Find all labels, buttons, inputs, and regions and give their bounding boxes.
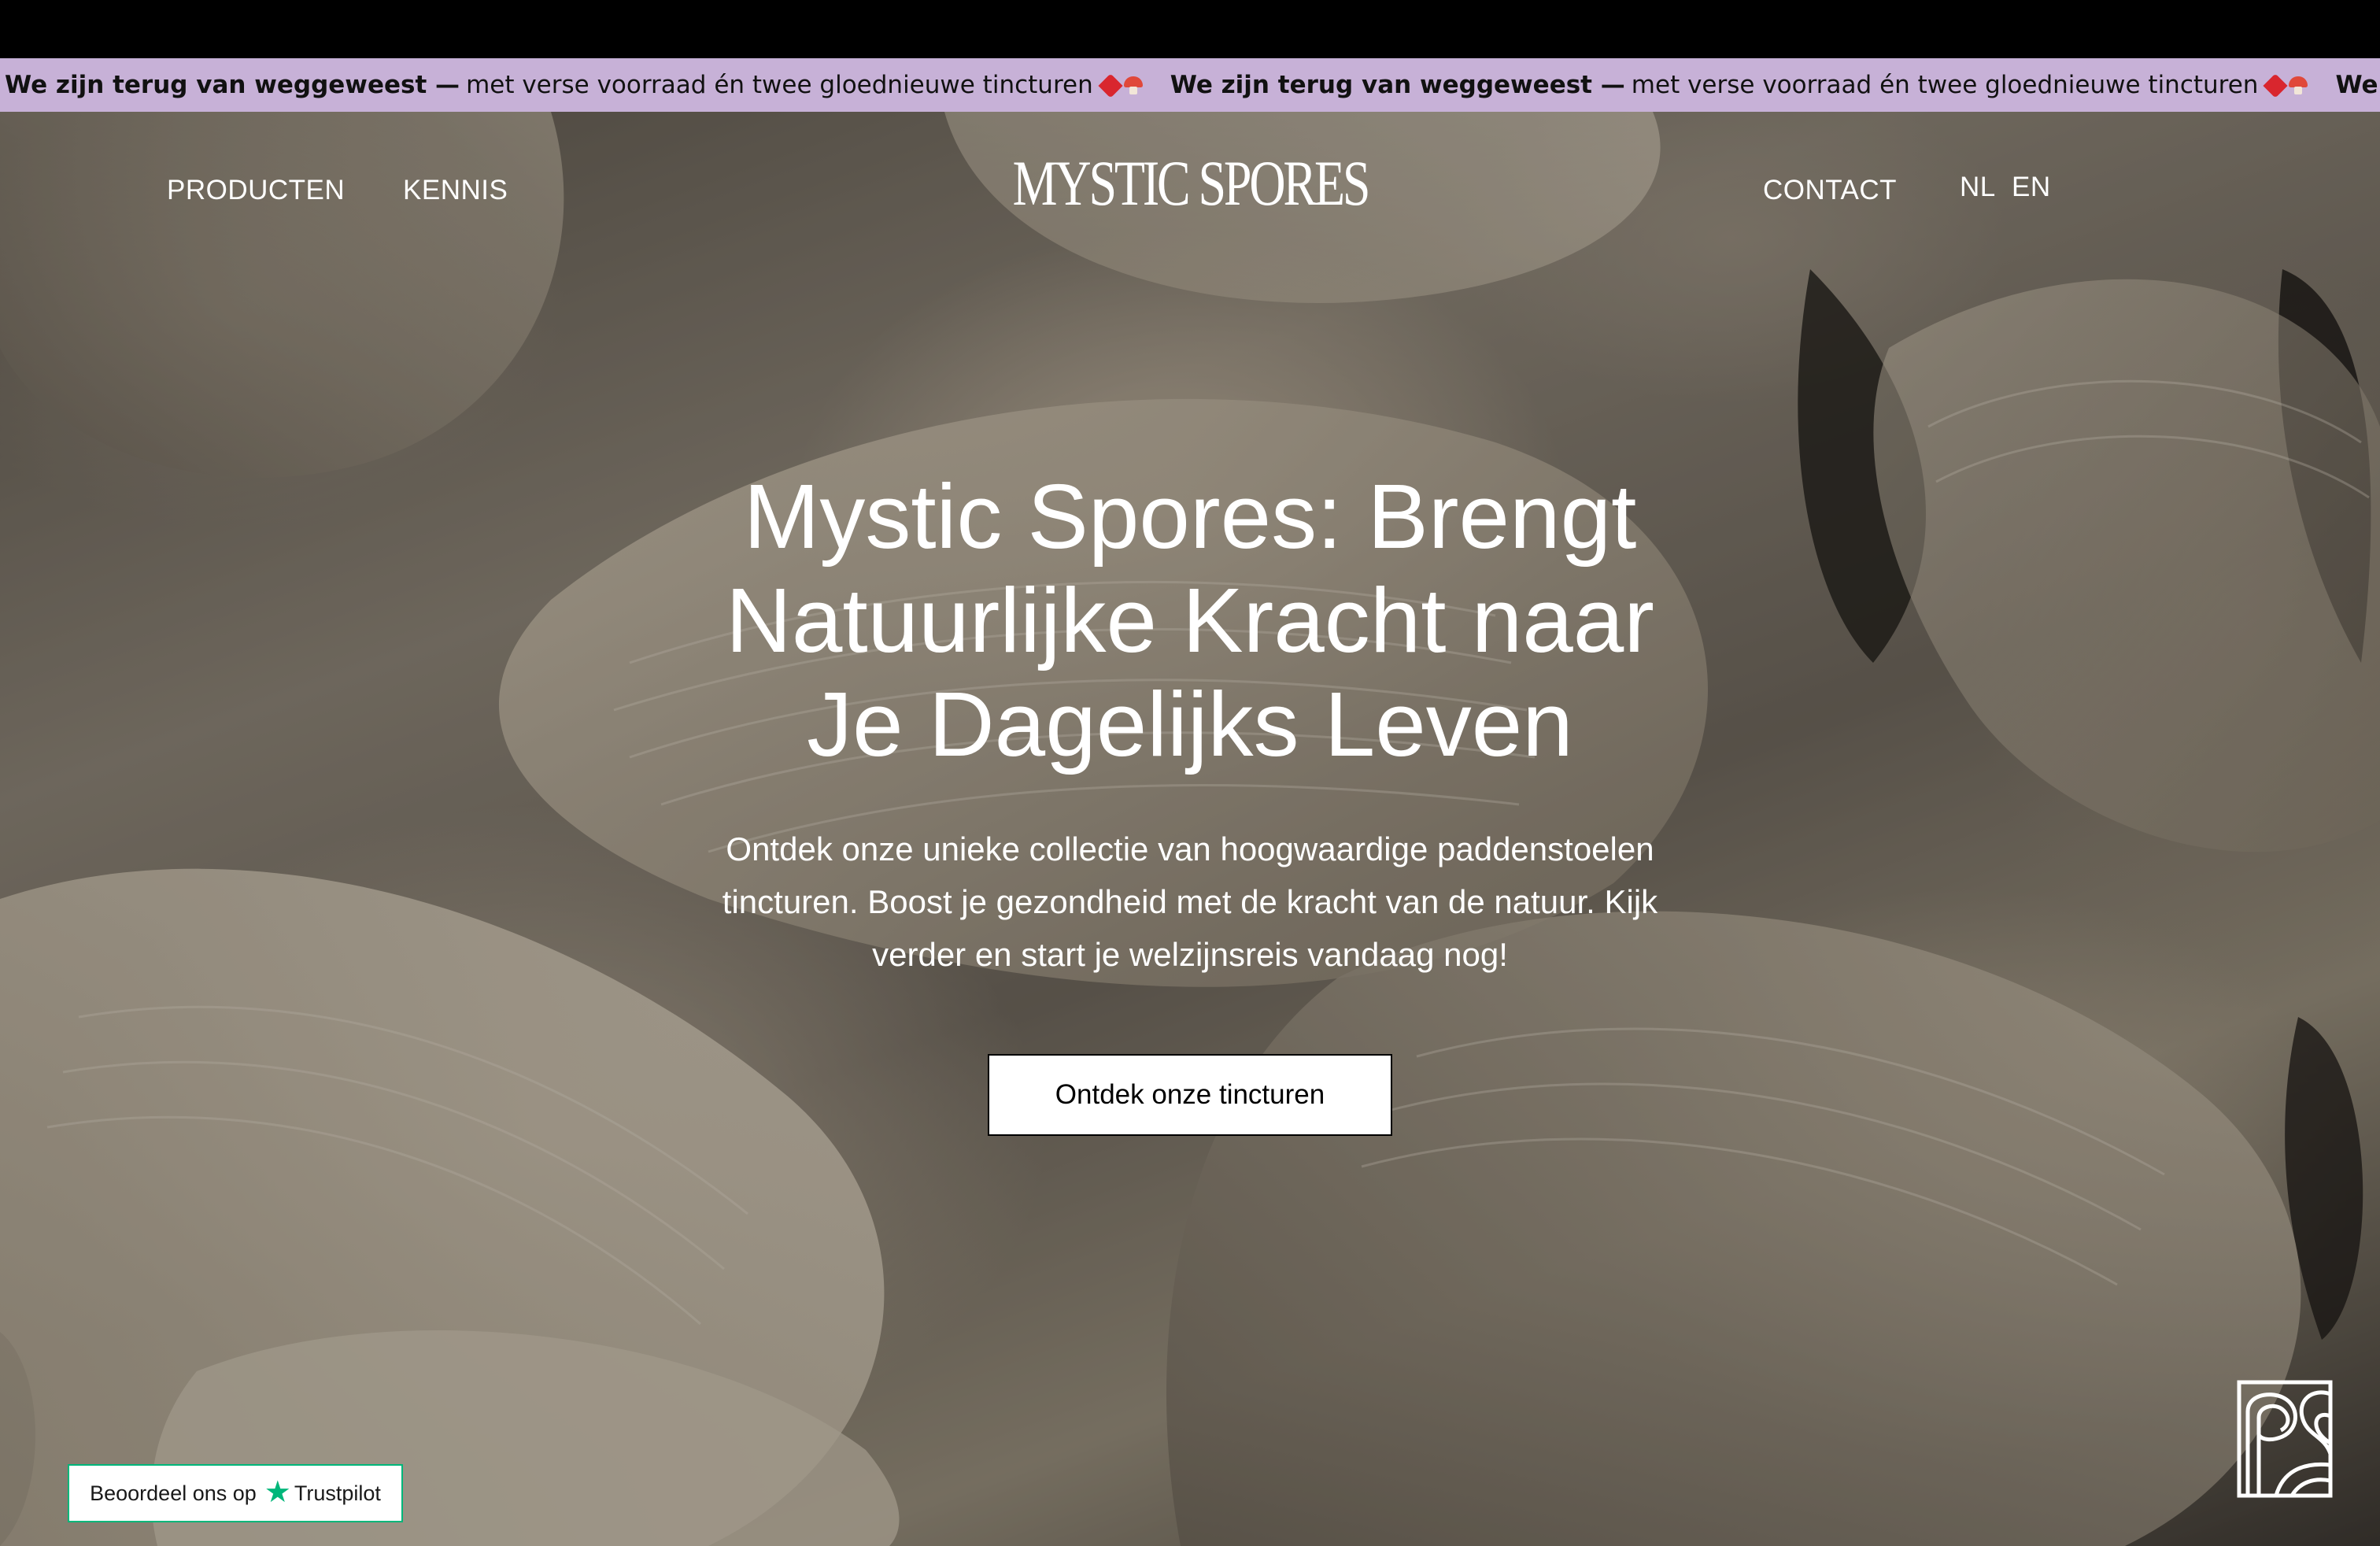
nav-products-link[interactable]: PRODUCTEN bbox=[167, 175, 345, 206]
heart-icon bbox=[2264, 75, 2286, 95]
announcement-bold: We zijn terug van weggeweest — bbox=[1170, 71, 1625, 99]
hero-title-line: Je Dagelijks Leven bbox=[807, 673, 1573, 775]
top-black-bar bbox=[0, 0, 2380, 58]
nav-knowledge-link[interactable]: KENNIS bbox=[403, 175, 508, 206]
mushroom-icon bbox=[2288, 75, 2308, 95]
hero-subtitle-line: verder en start je welzijnsreis vandaag … bbox=[872, 936, 1508, 973]
trustpilot-star-icon: ★ bbox=[264, 1475, 291, 1509]
hero-subtitle-line: Ontdek onze unieke collectie van hoogwaa… bbox=[726, 830, 1654, 867]
hero-subtitle-line: tincturen. Boost je gezondheid met de kr… bbox=[722, 883, 1658, 920]
lang-nl-link[interactable]: NL bbox=[1960, 172, 1996, 203]
trustpilot-label: Beoordeel ons op bbox=[90, 1481, 257, 1505]
hero-title-line: Mystic Spores: Brengt bbox=[743, 465, 1637, 568]
mushroom-icon bbox=[1123, 75, 1144, 95]
announcement-bar: We zijn terug van weggeweest — met verse… bbox=[0, 58, 2380, 112]
announcement-track: We zijn terug van weggeweest — met verse… bbox=[0, 71, 2380, 99]
announcement-bold: We zijn terug van weggeweest — bbox=[5, 71, 460, 99]
page: We zijn terug van weggeweest — met verse… bbox=[0, 0, 2380, 1546]
brand-mark-icon[interactable] bbox=[2237, 1380, 2333, 1498]
hero-title-line: Natuurlijke Kracht naar bbox=[726, 569, 1654, 671]
site-logo[interactable]: MYSTIC SPORES bbox=[1013, 147, 1371, 219]
announcement-text: met verse voorraad én twee gloednieuwe t… bbox=[466, 71, 1093, 99]
hero-subtitle: Ontdek onze unieke collectie van hoogwaa… bbox=[645, 823, 1735, 981]
announcement-item: We zijn terug van weggeweest bbox=[2335, 71, 2380, 99]
announcement-item: We zijn terug van weggeweest — met verse… bbox=[5, 71, 1144, 99]
hero-title: Mystic Spores: Brengt Natuurlijke Kracht… bbox=[598, 464, 1782, 776]
lang-en-link[interactable]: EN bbox=[2012, 172, 2051, 203]
announcement-text: met verse voorraad én twee gloednieuwe t… bbox=[1631, 71, 2259, 99]
announcement-bold: We zijn terug van weggeweest bbox=[2335, 71, 2380, 99]
nav-contact-link[interactable]: CONTACT bbox=[1763, 175, 1897, 206]
trustpilot-review-button[interactable]: Beoordeel ons op ★ Trustpilot bbox=[68, 1464, 403, 1522]
trustpilot-brand: Trustpilot bbox=[294, 1481, 381, 1505]
heart-icon bbox=[1099, 75, 1122, 95]
discover-tinctures-button[interactable]: Ontdek onze tincturen bbox=[988, 1054, 1392, 1136]
announcement-item: We zijn terug van weggeweest — met verse… bbox=[1170, 71, 2309, 99]
